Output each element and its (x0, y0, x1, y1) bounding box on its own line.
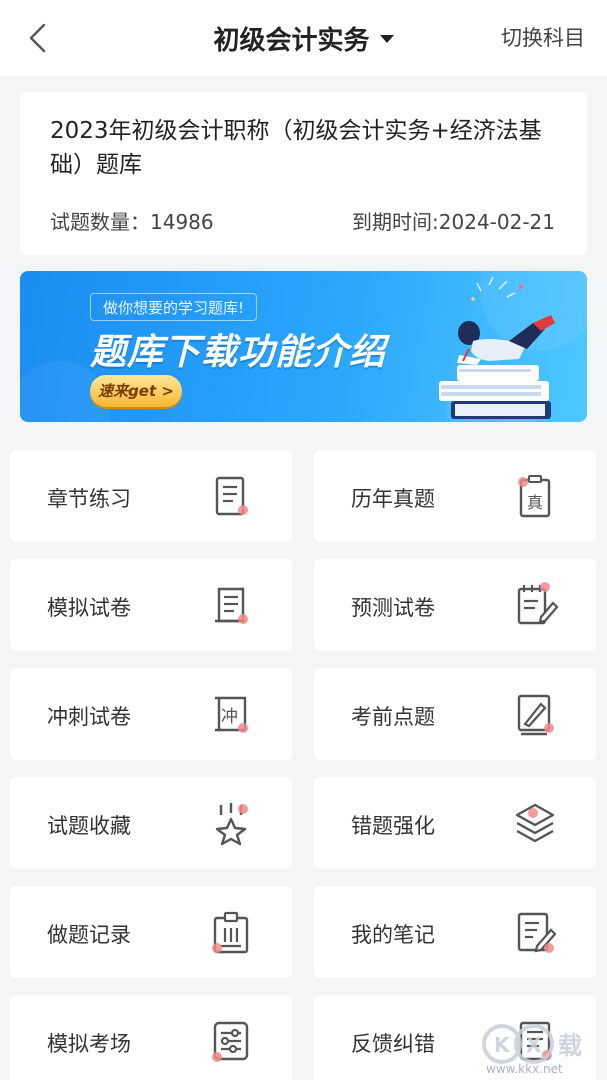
banner-subtitle: 做你想要的学习题库! (90, 293, 258, 321)
note-pencil-icon (517, 912, 557, 953)
star-icon (215, 803, 248, 846)
menu-tile-7[interactable]: 试题收藏 (10, 777, 292, 869)
svg-text:冲: 冲 (221, 707, 238, 727)
menu-tile-label: 反馈纠错 (351, 1032, 435, 1056)
menu-tile-3[interactable]: 模拟试卷 (10, 559, 292, 651)
sliders-icon (212, 1021, 249, 1062)
menu-tile-label: 模拟考场 (47, 1032, 131, 1056)
question-count: 试题数量：14986 (50, 210, 214, 234)
menu-tile-label: 冲刺试卷 (47, 705, 131, 729)
question-bank-title: 2023年初级会计职称（初级会计实务+经济法基础）题库 (50, 118, 542, 178)
promo-banner[interactable]: 做你想要的学习题库! 题库下载功能介绍 速来get > (20, 271, 587, 422)
menu-tile-label: 我的笔记 (351, 923, 435, 947)
menu-tile-label: 预测试卷 (351, 596, 435, 620)
menu-tile-6[interactable]: 考前点题 (314, 668, 596, 760)
scroll-icon (215, 587, 248, 624)
svg-text:真: 真 (527, 493, 543, 512)
menu-tile-label: 错题强化 (351, 814, 435, 838)
menu-tile-label: 模拟试卷 (47, 596, 131, 620)
menu-tile-label: 试题收藏 (47, 814, 131, 838)
page-title: 初级会计实务 (213, 25, 370, 56)
checklist-pencil-icon (517, 582, 559, 625)
menu-tile-label: 做题记录 (47, 923, 131, 947)
menu-tile-5[interactable]: 冲刺试卷 冲 (10, 668, 292, 760)
expiry-date: 到期时间:2024-02-21 (352, 210, 555, 234)
switch-subject-button[interactable]: 切换科目 (501, 22, 585, 52)
menu-tile-2[interactable]: 历年真题 真 (314, 450, 596, 542)
menu-tile-label: 考前点题 (351, 705, 435, 729)
clipboard-icon (212, 911, 249, 954)
menu-tile-10[interactable]: 我的笔记 (314, 886, 596, 978)
menu-tile-4[interactable]: 预测试卷 (314, 559, 596, 651)
sprint-scroll-icon: 冲 (215, 696, 248, 733)
watermark-url: www.kkx.net (486, 1062, 563, 1076)
menu-tile-label: 章节练习 (47, 487, 131, 511)
menu-tile-8[interactable]: 错题强化 (314, 777, 596, 869)
reading-person-illustration (439, 276, 555, 419)
menu-tile-11[interactable]: 模拟考场 (10, 995, 292, 1080)
svg-text:K: K (494, 1033, 511, 1057)
past-exam-icon: 真 (518, 475, 551, 518)
layers-icon (515, 803, 555, 843)
svg-text:载: 载 (558, 1032, 582, 1060)
menu-tile-1[interactable]: 章节练习 (10, 450, 292, 542)
rocket-board-icon (517, 694, 554, 736)
banner-title: 题库下载功能介绍 (90, 332, 387, 373)
question-bank-card: 2023年初级会计职称（初级会计实务+经济法基础）题库 试题数量：14986 到… (20, 92, 587, 255)
menu-tile-label: 历年真题 (351, 487, 435, 511)
menu-tile-9[interactable]: 做题记录 (10, 886, 292, 978)
banner-cta-button[interactable]: 速来get > (90, 375, 182, 407)
document-icon (215, 476, 248, 516)
caret-down-icon (379, 35, 394, 43)
svg-text:X: X (526, 1033, 542, 1057)
top-bar: 初级会计实务 切换科目 (0, 0, 607, 76)
